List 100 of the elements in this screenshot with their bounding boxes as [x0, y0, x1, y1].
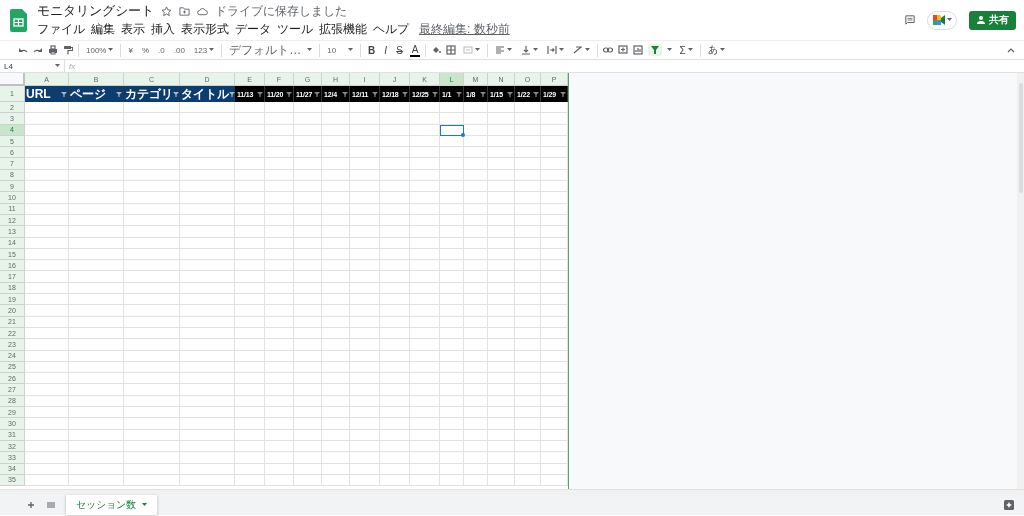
caret-icon — [687, 48, 693, 52]
menu-item[interactable]: ファイル — [37, 23, 85, 36]
header-label: タイトル — [181, 85, 229, 103]
wrap-button[interactable] — [545, 44, 567, 56]
caret-icon — [475, 48, 481, 52]
formula-label: fx — [68, 61, 76, 71]
caret-icon — [142, 503, 147, 507]
explore-icon[interactable] — [1004, 500, 1014, 510]
sheet-tab[interactable]: セッション数 — [66, 495, 157, 515]
header-label: URL — [26, 87, 51, 101]
print-icon[interactable] — [48, 45, 58, 55]
person-icon — [976, 15, 986, 25]
filter-icon[interactable] — [286, 91, 292, 97]
filter-icon[interactable] — [173, 91, 179, 97]
rotate-button[interactable] — [571, 44, 593, 56]
caret-icon — [585, 48, 591, 52]
name-box[interactable]: L4 — [0, 60, 65, 72]
filter-icon[interactable] — [560, 91, 566, 97]
vertical-align-button[interactable] — [519, 44, 541, 56]
fill-color-icon[interactable] — [431, 45, 442, 55]
corner-cell[interactable] — [0, 73, 25, 86]
filter-icon[interactable] — [342, 91, 348, 97]
last-edit-link[interactable]: 最終編集: 数秒前 — [419, 21, 510, 38]
align-icon — [495, 45, 506, 55]
menu-item[interactable]: ヘルプ — [373, 23, 409, 36]
caret-icon — [719, 48, 725, 52]
italic-button[interactable]: I — [382, 43, 390, 57]
menu-item[interactable]: 拡張機能 — [319, 23, 367, 36]
caret-icon — [946, 18, 952, 22]
link-icon[interactable] — [603, 45, 614, 55]
caret-icon — [507, 48, 513, 52]
document-title[interactable]: モニタリングシート — [37, 2, 154, 20]
input-tools-button[interactable]: あ — [705, 42, 727, 58]
filter-icon[interactable] — [372, 91, 378, 97]
header-label: カテゴリ — [125, 85, 173, 103]
merge-cells-button[interactable] — [461, 44, 483, 56]
paint-format-icon[interactable] — [63, 45, 73, 55]
chart-icon[interactable] — [633, 45, 644, 55]
decrease-decimal-button[interactable]: .0 — [156, 44, 167, 56]
text-color-button[interactable]: A — [409, 43, 421, 57]
fill-handle[interactable] — [461, 132, 465, 137]
caret-icon — [55, 64, 60, 68]
filter-icon[interactable] — [257, 91, 263, 97]
filter-icon[interactable] — [229, 91, 235, 97]
font-select[interactable]: デフォルト… — [227, 40, 315, 60]
plus-icon — [26, 500, 36, 510]
scrollbar-thumb[interactable] — [1018, 83, 1023, 193]
bold-button[interactable]: B — [366, 43, 378, 57]
video-call-button[interactable] — [927, 10, 957, 30]
filter-icon[interactable] — [456, 91, 462, 97]
caret-icon — [533, 48, 539, 52]
caret-icon — [108, 48, 114, 52]
font-size-select[interactable]: 10 — [325, 44, 356, 56]
caret-icon — [559, 48, 565, 52]
caret-icon — [348, 48, 354, 52]
caret-icon[interactable] — [667, 48, 673, 52]
percent-button[interactable]: % — [139, 44, 152, 56]
more-formats-button[interactable]: 123 — [191, 44, 217, 56]
comment-icon[interactable] — [618, 45, 629, 55]
filter-icon[interactable] — [507, 91, 513, 97]
filter-icon — [650, 45, 661, 55]
selected-cell[interactable] — [440, 124, 464, 136]
video-camera-icon — [932, 15, 945, 25]
comment-icon[interactable] — [905, 15, 915, 25]
menu-item[interactable]: データ — [235, 23, 271, 36]
strikethrough-button[interactable]: S — [394, 43, 405, 57]
currency-button[interactable]: ¥ — [126, 44, 135, 56]
save-status: ドライブに保存しました — [215, 2, 347, 20]
sheets-logo[interactable] — [10, 8, 27, 32]
merge-icon — [463, 45, 474, 55]
menu-item[interactable]: 表示 — [121, 23, 145, 36]
menu-item[interactable]: 表示形式 — [181, 23, 229, 36]
horizontal-scrollbar[interactable] — [0, 489, 1024, 495]
align-button[interactable] — [493, 44, 515, 56]
filter-icon[interactable] — [116, 91, 122, 97]
folder-icon[interactable] — [179, 5, 190, 17]
share-button[interactable]: 共有 — [969, 10, 1016, 30]
filter-button[interactable] — [648, 44, 663, 56]
wrap-icon — [547, 45, 558, 55]
zoom-select[interactable]: 100% — [84, 44, 116, 56]
filter-icon[interactable] — [402, 91, 408, 97]
menu-item[interactable]: 挿入 — [151, 23, 175, 36]
borders-icon[interactable] — [446, 45, 457, 55]
star-icon[interactable] — [161, 5, 172, 17]
increase-decimal-button[interactable]: .00 — [171, 44, 187, 56]
caret-icon — [209, 48, 215, 52]
menu-item[interactable]: ツール — [277, 23, 313, 36]
menu-item[interactable]: 編集 — [91, 23, 115, 36]
filter-icon[interactable] — [432, 91, 438, 97]
rotate-icon — [573, 45, 584, 55]
undo-icon[interactable] — [18, 45, 28, 55]
filter-icon[interactable] — [314, 91, 320, 97]
cell-reference: L4 — [4, 61, 13, 71]
functions-button[interactable]: Σ — [677, 43, 695, 57]
caret-icon — [307, 48, 313, 52]
filter-icon[interactable] — [533, 91, 539, 97]
filter-icon[interactable] — [61, 91, 67, 97]
filter-icon[interactable] — [480, 91, 486, 97]
vertical-align-icon — [521, 45, 532, 55]
vertical-scrollbar[interactable] — [1017, 73, 1024, 489]
